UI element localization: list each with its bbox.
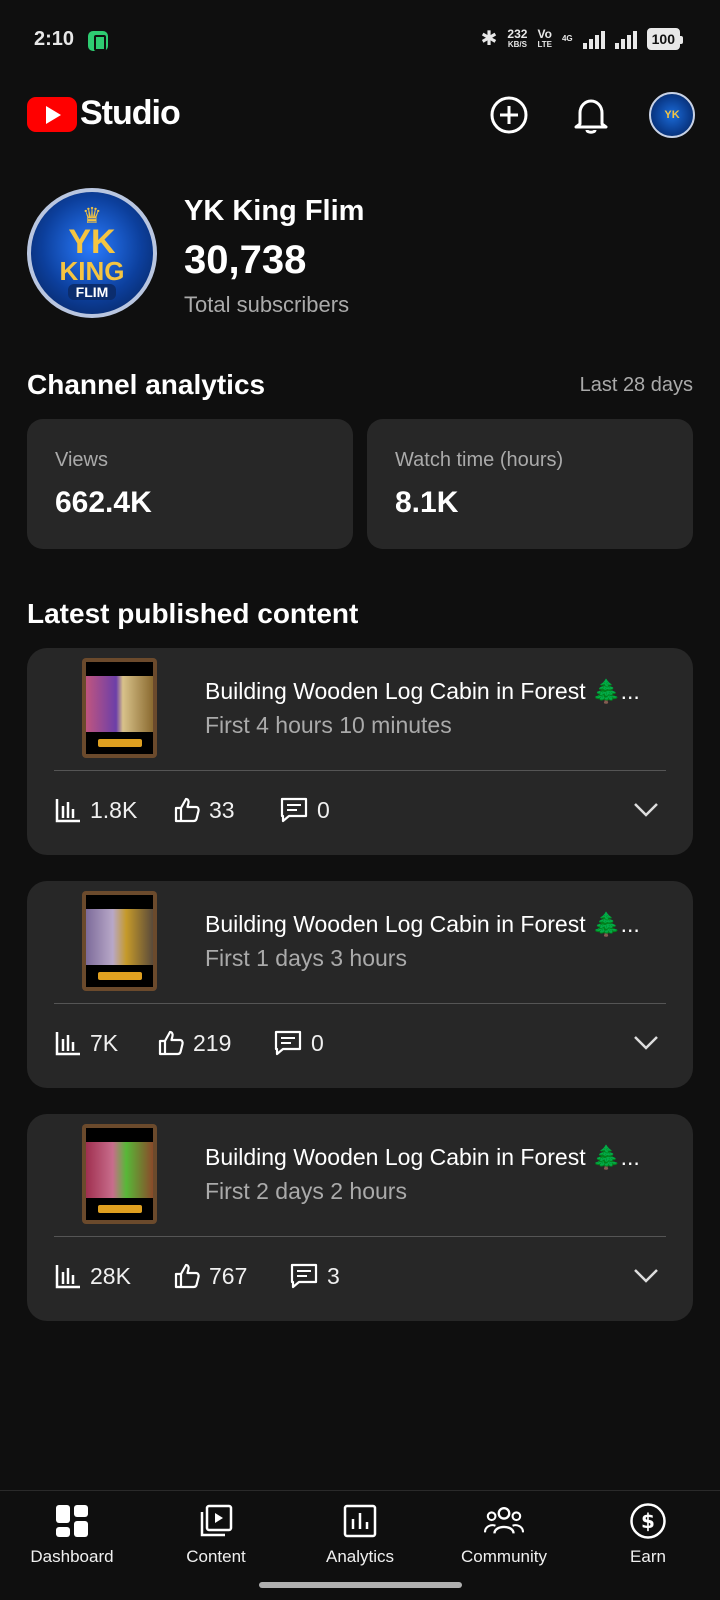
account-avatar[interactable]: YK bbox=[649, 92, 695, 138]
views-label: Views bbox=[55, 449, 108, 471]
video-age: First 2 days 2 hours bbox=[205, 1178, 407, 1204]
analytics-range: Last 28 days bbox=[579, 374, 693, 396]
divider bbox=[54, 1003, 666, 1004]
video-title: Building Wooden Log Cabin in Forest 🌲... bbox=[205, 678, 640, 704]
subscriber-count: 30,738 bbox=[184, 238, 307, 282]
comment-icon bbox=[290, 1263, 318, 1289]
divider bbox=[54, 1236, 666, 1237]
video-title: Building Wooden Log Cabin in Forest 🌲... bbox=[205, 911, 640, 937]
watch-time-value: 8.1K bbox=[395, 486, 459, 519]
account-avatar-text: YK bbox=[664, 108, 680, 121]
chevron-down-icon bbox=[634, 1036, 658, 1050]
views-metric: 28K bbox=[54, 1262, 131, 1290]
likes-metric: 219 bbox=[157, 1029, 231, 1057]
status-time: 2:10 bbox=[34, 28, 75, 50]
comment-icon bbox=[274, 1030, 302, 1056]
channel-avatar[interactable]: ♛ YK KING FLIM bbox=[27, 188, 157, 318]
latest-content-title: Latest published content bbox=[27, 598, 359, 629]
nav-community[interactable]: Community bbox=[432, 1501, 576, 1581]
thumbs-up-icon bbox=[158, 1030, 184, 1056]
nav-analytics-label: Analytics bbox=[325, 1547, 395, 1566]
bar-chart-icon bbox=[55, 1265, 80, 1289]
add-circle-icon bbox=[490, 96, 528, 134]
content-card[interactable]: Building Wooden Log Cabin in Forest 🌲...… bbox=[27, 1114, 693, 1321]
app-header: Studio YK bbox=[0, 80, 720, 150]
battery-icon: 100 bbox=[646, 27, 684, 50]
likes-metric: 33 bbox=[173, 796, 235, 824]
expand-button[interactable] bbox=[632, 1031, 660, 1058]
video-thumbnail[interactable] bbox=[82, 1124, 157, 1224]
expand-button[interactable] bbox=[632, 1264, 660, 1291]
bluetooth-icon: ✱ bbox=[480, 28, 498, 50]
views-metric: 7K bbox=[54, 1029, 118, 1057]
chevron-down-icon bbox=[634, 1269, 658, 1283]
bar-chart-icon bbox=[55, 1032, 80, 1056]
watch-time-card[interactable]: Watch time (hours) 8.1K bbox=[367, 419, 693, 549]
nav-dashboard[interactable]: Dashboard bbox=[0, 1501, 144, 1581]
community-icon bbox=[484, 1501, 524, 1541]
svg-text:$: $ bbox=[641, 1509, 655, 1533]
studio-dashboard-screen: 2:10 ✱ 232 KB/S Vo LTE 4G 100 Studio YK … bbox=[0, 0, 720, 1600]
thumbs-up-icon bbox=[174, 1263, 200, 1289]
network-speed: 232 KB/S bbox=[507, 26, 528, 49]
home-indicator[interactable] bbox=[259, 1582, 462, 1588]
content-card[interactable]: Building Wooden Log Cabin in Forest 🌲...… bbox=[27, 648, 693, 855]
views-card[interactable]: Views 662.4K bbox=[27, 419, 353, 549]
comments-metric: 0 bbox=[273, 1029, 324, 1057]
chevron-down-icon bbox=[634, 803, 658, 817]
nav-analytics[interactable]: Analytics bbox=[288, 1501, 432, 1581]
video-title: Building Wooden Log Cabin in Forest 🌲... bbox=[205, 1144, 640, 1170]
nav-content-label: Content bbox=[186, 1547, 246, 1566]
channel-name: YK King Flim bbox=[184, 195, 365, 227]
signal-icon-1 bbox=[582, 29, 605, 49]
volte-indicator: Vo LTE bbox=[537, 26, 552, 49]
dashboard-icon bbox=[52, 1501, 92, 1541]
network-type: 4G bbox=[561, 33, 573, 43]
subscriber-label: Total subscribers bbox=[184, 292, 350, 317]
channel-avatar-yk: YK bbox=[68, 223, 116, 261]
expand-button[interactable] bbox=[632, 798, 660, 825]
channel-avatar-flim: FLIM bbox=[67, 284, 117, 300]
status-indicators: ✱ 232 KB/S Vo LTE 4G 100 bbox=[480, 26, 684, 51]
comment-icon bbox=[280, 797, 308, 823]
notification-app-icon bbox=[88, 31, 108, 51]
bell-icon bbox=[574, 99, 608, 134]
nav-content[interactable]: Content bbox=[144, 1501, 288, 1581]
channel-avatar-king: KING bbox=[59, 256, 125, 286]
signal-icon-2 bbox=[614, 29, 637, 49]
video-thumbnail[interactable] bbox=[82, 658, 157, 758]
studio-logo-text: Studio bbox=[80, 94, 181, 132]
status-bar: 2:10 ✱ 232 KB/S Vo LTE 4G 100 bbox=[0, 0, 720, 80]
content-card[interactable]: Building Wooden Log Cabin in Forest 🌲...… bbox=[27, 881, 693, 1088]
analytics-icon bbox=[340, 1501, 380, 1541]
watch-time-label: Watch time (hours) bbox=[395, 449, 564, 471]
bar-chart-icon bbox=[55, 799, 80, 823]
thumbs-up-icon bbox=[174, 797, 200, 823]
nav-earn[interactable]: $ Earn bbox=[576, 1501, 720, 1581]
video-age: First 1 days 3 hours bbox=[205, 945, 407, 971]
video-age: First 4 hours 10 minutes bbox=[205, 712, 452, 738]
nav-earn-label: Earn bbox=[630, 1547, 666, 1566]
notifications-button[interactable] bbox=[568, 92, 614, 138]
comments-metric: 0 bbox=[279, 796, 330, 824]
likes-metric: 767 bbox=[173, 1262, 247, 1290]
analytics-section-title: Channel analytics bbox=[27, 369, 266, 400]
content-icon bbox=[196, 1501, 236, 1541]
dollar-icon: $ bbox=[628, 1501, 668, 1541]
nav-dashboard-label: Dashboard bbox=[30, 1547, 114, 1566]
comments-metric: 3 bbox=[289, 1262, 340, 1290]
views-value: 662.4K bbox=[55, 486, 152, 519]
nav-community-label: Community bbox=[461, 1547, 547, 1566]
views-metric: 1.8K bbox=[54, 796, 137, 824]
video-thumbnail[interactable] bbox=[82, 891, 157, 991]
create-button[interactable] bbox=[486, 92, 532, 138]
divider bbox=[54, 770, 666, 771]
youtube-logo-icon bbox=[27, 97, 77, 132]
